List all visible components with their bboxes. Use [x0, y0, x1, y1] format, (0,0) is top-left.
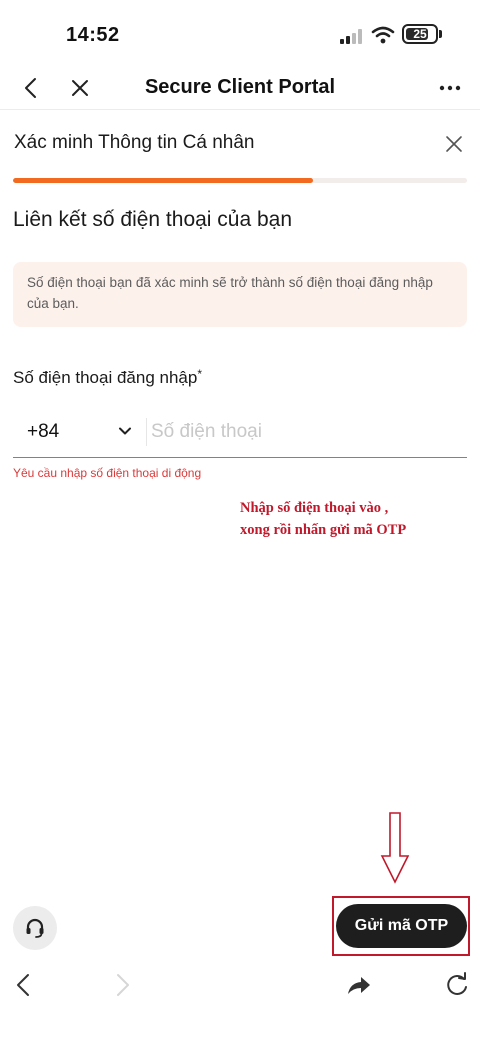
annotation-line-2: xong rồi nhấn gửi mã OTP: [240, 522, 407, 538]
phone-field-label-text: Số điện thoại đăng nhập: [13, 368, 198, 387]
modal-header: Xác minh Thông tin Cá nhân: [0, 110, 480, 176]
progress-fill: [13, 178, 313, 183]
battery-nub: [439, 30, 442, 38]
phone-error-message: Yêu cầu nhập số điện thoại di động: [13, 466, 202, 480]
browser-title: Secure Client Portal: [144, 76, 336, 98]
phone-number-input[interactable]: [151, 416, 451, 448]
wifi-icon: [371, 26, 395, 44]
forward-arrow-icon[interactable]: [108, 970, 136, 1000]
more-icon[interactable]: [436, 74, 464, 102]
info-box: Số điện thoại bạn đã xác minh sẽ trở thà…: [13, 262, 467, 327]
status-bar: 14:52 25: [0, 0, 480, 66]
required-mark: *: [197, 367, 202, 381]
instruction-annotation: Nhập số điện thoại vào , xong rồi nhấn g…: [240, 497, 470, 541]
phone-divider: [146, 418, 147, 446]
battery-icon: 25: [402, 24, 438, 44]
headset-icon: [26, 918, 44, 938]
share-icon[interactable]: [344, 970, 374, 1000]
status-time: 14:52: [66, 24, 120, 46]
annotation-line-1: Nhập số điện thoại vào ,: [240, 500, 389, 516]
signal-icon: [340, 29, 362, 44]
reload-icon[interactable]: [442, 970, 472, 1000]
chevron-down-icon[interactable]: [117, 423, 133, 439]
phone-field-label: Số điện thoại đăng nhập*: [13, 367, 202, 388]
phone-input-row: +84: [13, 406, 467, 458]
modal-title: Xác minh Thông tin Cá nhân: [14, 132, 255, 153]
browser-nav-bar: Secure Client Portal: [0, 66, 480, 110]
send-otp-button[interactable]: Gửi mã OTP: [336, 904, 467, 948]
battery-level: 25: [413, 27, 427, 41]
back-arrow-icon[interactable]: [10, 970, 38, 1000]
progress-bar: [13, 178, 467, 183]
modal-close-icon[interactable]: [440, 130, 468, 158]
bottom-toolbar: [0, 962, 480, 1008]
support-button[interactable]: [13, 906, 57, 950]
section-heading: Liên kết số điện thoại của bạn: [13, 208, 293, 231]
country-code-select[interactable]: +84: [27, 421, 59, 443]
down-arrow-annotation-icon: [380, 812, 410, 884]
